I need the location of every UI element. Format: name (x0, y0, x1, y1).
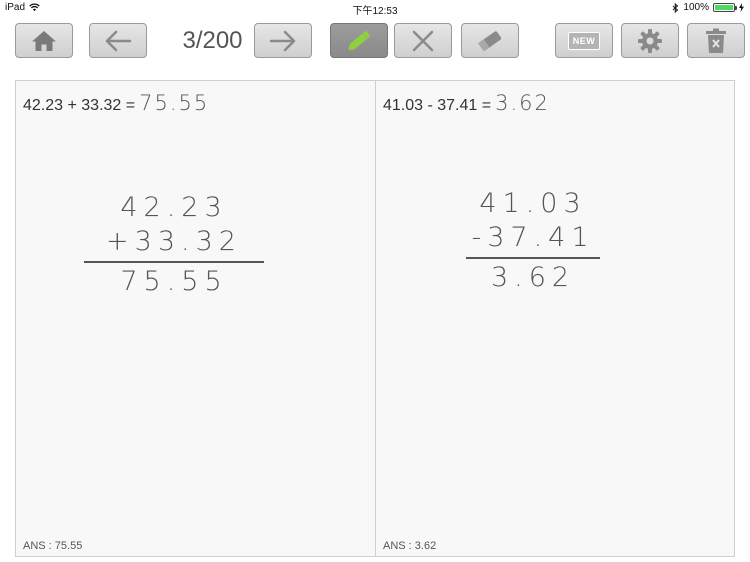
settings-button[interactable] (621, 23, 679, 58)
work-underline (84, 261, 264, 263)
work-result: 75.55 (120, 266, 228, 297)
pencil-tool-button[interactable] (330, 23, 388, 58)
handwritten-answer: 75.55 (139, 91, 210, 115)
battery-icon (713, 3, 737, 12)
trash-icon (706, 28, 726, 53)
delete-button[interactable] (687, 23, 745, 58)
arrow-right-icon (269, 30, 296, 51)
question-counter: 3/200 (182, 27, 243, 54)
clear-button[interactable] (394, 23, 452, 58)
home-button[interactable] (15, 23, 73, 58)
work-line-1: 42.23 (120, 192, 228, 223)
problem-panel-2[interactable]: 41.03 - 37.41 = 3.62 41.03 -37.41 3.62 A… (376, 81, 735, 556)
gear-icon (638, 28, 662, 53)
x-clear-icon (412, 30, 434, 51)
status-bar: iPad 下午12:53 100% (0, 0, 750, 17)
handwritten-work: 42.23 +33.32 75.55 (84, 191, 264, 299)
battery-percent: 100% (683, 2, 709, 13)
charging-icon (739, 3, 744, 12)
next-button[interactable] (254, 23, 312, 58)
work-line-2: -37.41 (471, 222, 595, 253)
problem-expression: 42.23 + 33.32 = (23, 97, 136, 114)
bluetooth-icon (673, 2, 679, 13)
answer-label: ANS : 75.55 (23, 540, 83, 552)
home-icon (32, 30, 56, 51)
handwritten-work: 41.03 -37.41 3.62 (466, 187, 600, 295)
eraser-button[interactable] (461, 23, 519, 58)
new-problem-button[interactable]: NEW (555, 23, 613, 58)
arrow-left-icon (105, 30, 132, 51)
handwritten-answer: 3.62 (495, 91, 550, 115)
clock: 下午12:53 (352, 6, 398, 17)
previous-button[interactable] (89, 23, 147, 58)
work-underline (466, 257, 600, 259)
work-line-1: 41.03 (479, 188, 587, 219)
pencil-icon (348, 30, 371, 50)
answer-label: ANS : 3.62 (383, 540, 437, 552)
problem-expression: 41.03 - 37.41 = (383, 97, 492, 114)
workspace: 42.23 + 33.32 = 75.55 42.23 +33.32 75.55… (15, 80, 735, 557)
new-icon: NEW (567, 31, 601, 50)
problem-panel-1[interactable]: 42.23 + 33.32 = 75.55 42.23 +33.32 75.55… (16, 81, 375, 556)
work-line-2: +33.32 (106, 226, 242, 257)
eraser-icon (478, 30, 502, 51)
work-result: 3.62 (490, 262, 576, 293)
